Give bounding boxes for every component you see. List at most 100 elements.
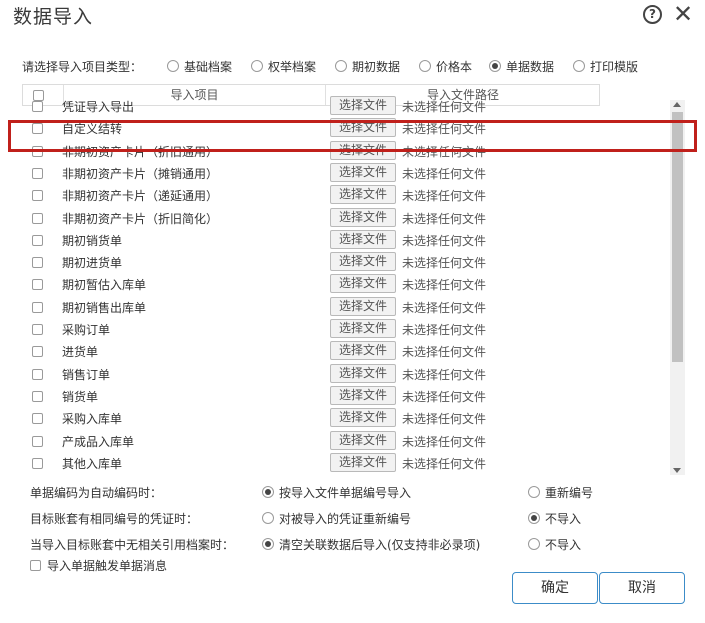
import-type-label: 请选择导入项目类型： <box>22 60 143 74</box>
table-row[interactable]: 非期初资产卡片（折旧简化） 选择文件 未选择任何文件 <box>22 207 600 229</box>
row-checkbox[interactable] <box>32 212 43 224</box>
file-status-text: 未选择任何文件 <box>402 456 487 471</box>
table-row[interactable]: 产成品入库单 选择文件 未选择任何文件 <box>22 430 600 452</box>
row-checkbox[interactable] <box>32 368 43 380</box>
radio-option[interactable]: 对被导入的凭证重新编号 <box>262 509 411 527</box>
row-checkbox[interactable] <box>32 279 43 291</box>
choose-file-button[interactable]: 选择文件 <box>330 96 396 115</box>
row-checkbox[interactable] <box>32 346 43 358</box>
radio-button[interactable] <box>528 538 540 550</box>
radio-button-selected[interactable] <box>528 512 540 524</box>
row-item-name: 非期初资产卡片（摊销通用） <box>62 166 219 181</box>
radio-label: 单据数据 <box>506 59 555 74</box>
radio-option[interactable]: 清空关联数据后导入(仅支持非必录项) <box>262 535 480 553</box>
choose-file-button[interactable]: 选择文件 <box>330 385 396 405</box>
ok-button[interactable]: 确定 <box>512 572 598 604</box>
radio-option[interactable]: 重新编号 <box>528 483 593 501</box>
row-item-name: 期初进货单 <box>62 256 123 271</box>
table-row[interactable]: 期初暂估入库单 选择文件 未选择任何文件 <box>22 273 600 295</box>
file-status-text: 未选择任何文件 <box>402 166 487 181</box>
radio-button[interactable] <box>167 60 179 72</box>
notify-label: 导入单据触发单据消息 <box>47 558 168 573</box>
choose-file-button[interactable]: 选择文件 <box>330 207 396 227</box>
radio-button[interactable] <box>251 60 263 72</box>
question-circle-icon[interactable]: ? <box>643 5 662 24</box>
row-checkbox[interactable] <box>32 234 43 246</box>
choose-file-button[interactable]: 选择文件 <box>330 185 396 205</box>
cancel-button[interactable]: 取消 <box>599 572 685 604</box>
table-row[interactable]: 期初进货单 选择文件 未选择任何文件 <box>22 251 600 273</box>
radio-option-document-data[interactable]: 单据数据 <box>489 57 554 75</box>
scroll-down-arrow-icon[interactable] <box>673 468 681 473</box>
close-icon[interactable]: ✕ <box>672 0 694 28</box>
choose-file-button[interactable]: 选择文件 <box>330 274 396 294</box>
choose-file-button[interactable]: 选择文件 <box>330 229 396 249</box>
radio-button-selected[interactable] <box>489 60 501 72</box>
notify-option[interactable]: 导入单据触发单据消息 <box>30 557 167 573</box>
radio-option-enum-archive[interactable]: 权举档案 <box>251 57 316 75</box>
row-checkbox[interactable] <box>32 167 43 179</box>
row-checkbox[interactable] <box>32 324 43 335</box>
radio-label: 重新编号 <box>545 485 594 500</box>
radio-button-selected[interactable] <box>262 538 274 550</box>
radio-option-price-book[interactable]: 价格本 <box>419 57 472 75</box>
table-row[interactable]: 采购入库单 选择文件 未选择任何文件 <box>22 407 600 429</box>
file-status-text: 未选择任何文件 <box>402 345 487 360</box>
choose-file-button[interactable]: 选择文件 <box>330 162 396 182</box>
radio-button[interactable] <box>528 486 540 498</box>
table-row[interactable]: 销售订单 选择文件 未选择任何文件 <box>22 363 600 385</box>
option-question: 单据编码为自动编码时： <box>30 486 163 500</box>
table-row[interactable]: 销货单 选择文件 未选择任何文件 <box>22 385 600 407</box>
radio-option[interactable]: 不导入 <box>528 535 581 553</box>
radio-label: 按导入文件单据编号导入 <box>279 485 412 500</box>
choose-file-button[interactable]: 选择文件 <box>330 252 396 272</box>
vertical-scrollbar[interactable] <box>670 100 685 475</box>
row-item-name: 进货单 <box>62 345 99 360</box>
row-checkbox[interactable] <box>32 457 43 469</box>
table-row[interactable]: 期初销货单 选择文件 未选择任何文件 <box>22 229 600 251</box>
radio-button[interactable] <box>262 512 274 524</box>
radio-label: 不导入 <box>545 511 582 526</box>
option-question: 当导入目标账套中无相关引用档案时： <box>30 538 235 552</box>
notify-checkbox[interactable] <box>30 559 41 571</box>
file-status-text: 未选择任何文件 <box>402 189 487 204</box>
choose-file-button[interactable]: 选择文件 <box>330 452 396 472</box>
radio-button-selected[interactable] <box>262 486 274 498</box>
row-item-name: 期初销货单 <box>62 233 123 248</box>
choose-file-button[interactable]: 选择文件 <box>330 341 396 361</box>
table-row[interactable]: 期初销售出库单 选择文件 未选择任何文件 <box>22 296 600 318</box>
choose-file-button[interactable]: 选择文件 <box>330 408 396 428</box>
choose-file-button[interactable]: 选择文件 <box>330 319 396 338</box>
table-row[interactable]: 凭证导入导出 选择文件 未选择任何文件 <box>22 95 600 117</box>
dialog-title: 数据导入 <box>13 6 94 28</box>
radio-option-print-template[interactable]: 打印模版 <box>573 57 638 75</box>
file-status-text: 未选择任何文件 <box>402 211 487 226</box>
table-row[interactable]: 进货单 选择文件 未选择任何文件 <box>22 340 600 362</box>
choose-file-button[interactable]: 选择文件 <box>330 296 396 316</box>
radio-option-opening-data[interactable]: 期初数据 <box>335 57 400 75</box>
row-checkbox[interactable] <box>32 435 43 447</box>
radio-button[interactable] <box>573 60 585 72</box>
table-row[interactable]: 非期初资产卡片（递延通用） 选择文件 未选择任何文件 <box>22 184 600 206</box>
table-row[interactable]: 其他入库单 选择文件 未选择任何文件 <box>22 452 600 474</box>
radio-option-basic-archive[interactable]: 基础档案 <box>167 57 232 75</box>
file-status-text: 未选择任何文件 <box>402 323 487 337</box>
row-item-name: 期初暂估入库单 <box>62 278 147 293</box>
scroll-up-arrow-icon[interactable] <box>673 102 681 107</box>
radio-option[interactable]: 不导入 <box>528 509 581 527</box>
radio-option[interactable]: 按导入文件单据编号导入 <box>262 483 411 501</box>
radio-button[interactable] <box>419 60 431 72</box>
table-row[interactable]: 采购订单 选择文件 未选择任何文件 <box>22 318 600 340</box>
choose-file-button[interactable]: 选择文件 <box>330 430 396 450</box>
row-item-name: 销售订单 <box>62 367 111 382</box>
row-checkbox[interactable] <box>32 101 43 112</box>
row-checkbox[interactable] <box>32 413 43 425</box>
row-checkbox[interactable] <box>32 301 43 313</box>
row-checkbox[interactable] <box>32 390 43 402</box>
row-checkbox[interactable] <box>32 257 43 269</box>
choose-file-button[interactable]: 选择文件 <box>330 363 396 383</box>
radio-button[interactable] <box>335 60 347 72</box>
row-item-name: 凭证导入导出 <box>62 100 135 114</box>
row-checkbox[interactable] <box>32 190 43 202</box>
table-row[interactable]: 非期初资产卡片（摊销通用） 选择文件 未选择任何文件 <box>22 162 600 184</box>
